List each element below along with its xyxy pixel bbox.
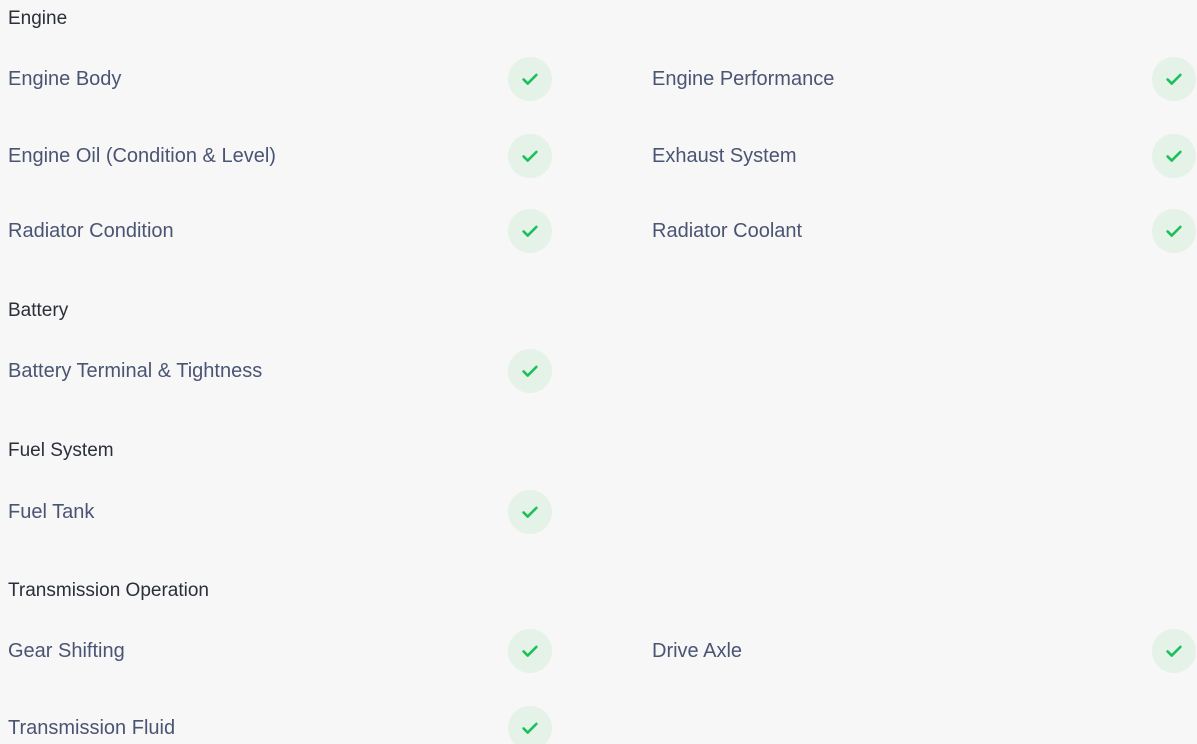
checklist-item-gear-shifting: Gear Shifting: [8, 629, 552, 673]
checklist-item-battery-terminal: Battery Terminal & Tightness: [8, 349, 552, 393]
item-label: Fuel Tank: [8, 501, 95, 523]
item-label: Battery Terminal & Tightness: [8, 360, 263, 382]
section-title-engine: Engine: [8, 8, 68, 29]
item-label: Exhaust System: [652, 145, 797, 167]
section-title-transmission-operation: Transmission Operation: [8, 580, 209, 601]
section-title-battery: Battery: [8, 300, 69, 321]
checklist-row: Engine Oil (Condition & Level) Exhaust S…: [0, 134, 1197, 178]
item-label: Engine Body: [8, 68, 122, 90]
check-icon: [508, 349, 552, 393]
inspection-checklist: Engine Engine Body Engine Performance En…: [0, 0, 1197, 744]
check-icon: [1152, 134, 1196, 178]
check-icon: [508, 706, 552, 744]
item-label: Gear Shifting: [8, 640, 125, 662]
check-icon: [508, 57, 552, 101]
check-icon: [1152, 209, 1196, 253]
checklist-row: Transmission Fluid: [0, 706, 1197, 744]
section-title-fuel-system: Fuel System: [8, 440, 114, 461]
checklist-row: Battery Terminal & Tightness: [0, 349, 1197, 393]
checklist-item-exhaust-system: Exhaust System: [652, 134, 1197, 178]
item-label: Radiator Condition: [8, 220, 174, 242]
checklist-item-drive-axle: Drive Axle: [652, 629, 1197, 673]
checklist-item-fuel-tank: Fuel Tank: [8, 490, 552, 534]
checklist-row: Radiator Condition Radiator Coolant: [0, 209, 1197, 253]
checklist-item-transmission-fluid: Transmission Fluid: [8, 706, 552, 744]
checklist-item-engine-oil: Engine Oil (Condition & Level): [8, 134, 552, 178]
item-label: Engine Oil (Condition & Level): [8, 145, 276, 167]
item-label: Radiator Coolant: [652, 220, 803, 242]
item-label: Engine Performance: [652, 68, 835, 90]
checklist-row: Engine Body Engine Performance: [0, 57, 1197, 101]
check-icon: [1152, 57, 1196, 101]
check-icon: [508, 209, 552, 253]
check-icon: [508, 490, 552, 534]
item-label: Transmission Fluid: [8, 717, 176, 739]
check-icon: [1152, 629, 1196, 673]
check-icon: [508, 629, 552, 673]
check-icon: [508, 134, 552, 178]
checklist-item-engine-body: Engine Body: [8, 57, 552, 101]
checklist-row: Gear Shifting Drive Axle: [0, 629, 1197, 673]
checklist-item-radiator-condition: Radiator Condition: [8, 209, 552, 253]
item-label: Drive Axle: [652, 640, 743, 662]
checklist-row: Fuel Tank: [0, 490, 1197, 534]
checklist-item-engine-performance: Engine Performance: [652, 57, 1197, 101]
checklist-item-radiator-coolant: Radiator Coolant: [652, 209, 1197, 253]
